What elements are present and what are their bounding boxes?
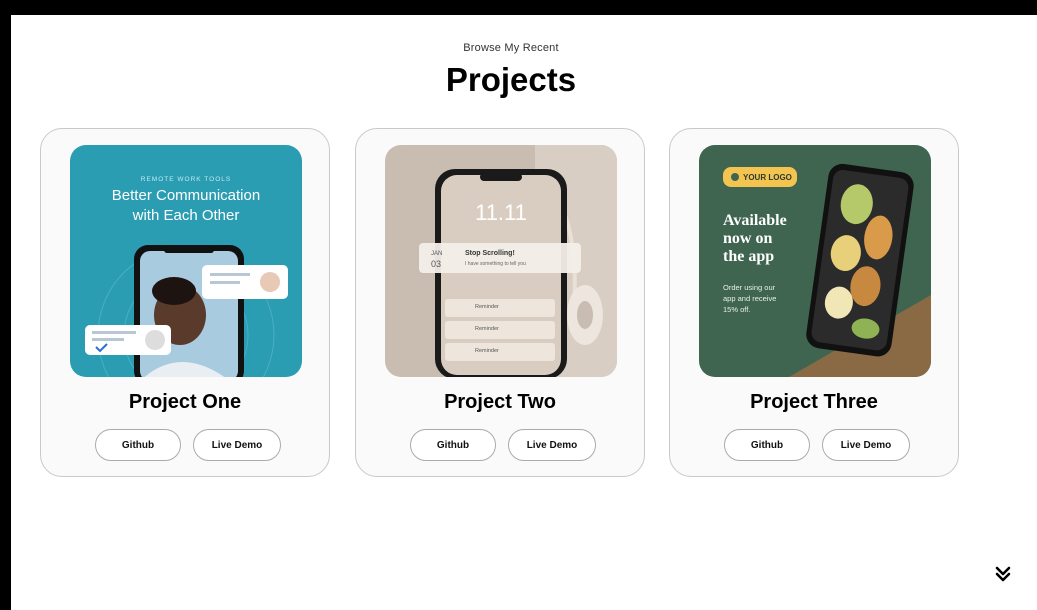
project-two-image: 11.11 JAN 03 Stop Scrolling! I have some…	[385, 145, 617, 377]
double-chevron-down-icon[interactable]	[994, 565, 1012, 583]
image-headline-1: Better Communication	[112, 187, 260, 204]
project-three-title: Project Three	[750, 391, 878, 413]
project-two-github-button[interactable]: Github	[410, 429, 496, 461]
chef-hat-icon	[731, 173, 739, 181]
project-two-live-demo-button[interactable]: Live Demo	[508, 429, 596, 461]
lock-time: 11.11	[475, 200, 527, 225]
project-card-two: 11.11 JAN 03 Stop Scrolling! I have some…	[355, 128, 645, 477]
promo-heading-1: Available	[723, 212, 787, 229]
project-three-image: YOUR LOGO Available now on the app Order…	[699, 145, 931, 377]
page-frame: Browse My Recent Projects REMOTE WORK TO…	[11, 15, 1037, 610]
project-three-github-button[interactable]: Github	[724, 429, 810, 461]
project-two-title: Project Two	[444, 391, 556, 413]
project-card-one: REMOTE WORK TOOLS Better Communication w…	[40, 128, 330, 477]
notif-body: I have something to tell you	[465, 261, 526, 267]
section-title: Projects	[445, 61, 577, 98]
promo-body-3: 15% off.	[723, 305, 750, 314]
project-card-three: YOUR LOGO Available now on the app Order…	[669, 128, 959, 477]
project-three-live-demo-button[interactable]: Live Demo	[822, 429, 910, 461]
notif-title: Stop Scrolling!	[465, 250, 515, 257]
promo-heading-3: the app	[723, 248, 774, 265]
promo-body-1: Order using our	[723, 283, 776, 292]
logo-text: YOUR LOGO	[743, 173, 792, 182]
project-one-github-button[interactable]: Github	[95, 429, 181, 461]
notif-month: JAN	[431, 251, 442, 257]
promo-body-2: app and receive	[723, 294, 776, 303]
reminder-3: Reminder	[475, 348, 499, 354]
promo-heading-2: now on	[723, 230, 772, 247]
project-one-image: REMOTE WORK TOOLS Better Communication w…	[70, 145, 302, 377]
reminder-1: Reminder	[475, 304, 499, 310]
project-one-live-demo-button[interactable]: Live Demo	[193, 429, 281, 461]
reminder-2: Reminder	[475, 326, 499, 332]
section-eyebrow: Browse My Recent	[463, 42, 559, 54]
project-one-title: Project One	[128, 391, 242, 413]
image-headline-2: with Each Other	[132, 207, 240, 224]
notif-day: 03	[431, 259, 441, 269]
image-kicker: REMOTE WORK TOOLS	[141, 176, 231, 183]
